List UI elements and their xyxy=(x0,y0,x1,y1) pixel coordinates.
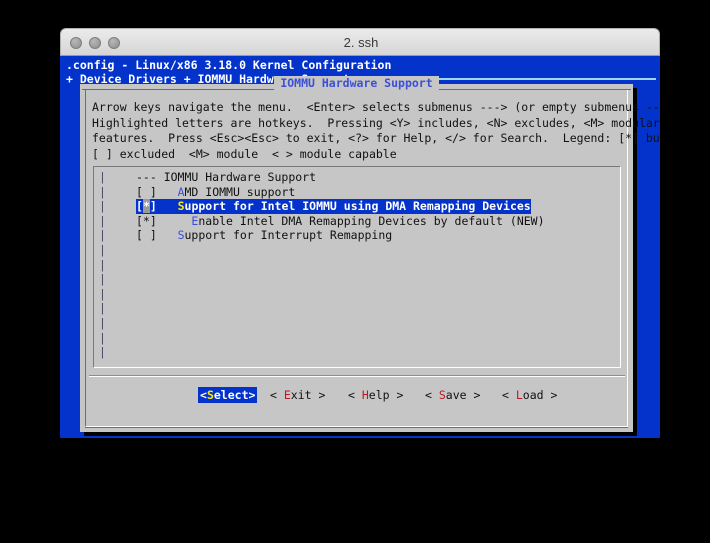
listbox-gutter: | xyxy=(99,184,106,199)
help-text-block: Arrow keys navigate the menu. <Enter> se… xyxy=(92,100,660,162)
menu-empty-row: | xyxy=(94,331,620,346)
menu-item-checkbox[interactable]: [ ] xyxy=(136,228,157,242)
help-line: Highlighted letters are hotkeys. Pressin… xyxy=(92,115,660,130)
menuconfig-dialog: IOMMU Hardware Support Arrow keys naviga… xyxy=(80,76,660,432)
button-hotkey: L xyxy=(515,388,523,402)
menu-empty-row: | xyxy=(94,316,620,331)
listbox-gutter: | xyxy=(99,315,106,330)
help-line: features. Press <Esc><Esc> to exit, <?> … xyxy=(92,131,660,145)
button-hotkey: H xyxy=(361,388,369,402)
dialog-title: IOMMU Hardware Support xyxy=(80,76,633,96)
load-button[interactable]: < Load > xyxy=(502,384,557,406)
menu-item-hotkey: S xyxy=(177,228,185,243)
menu-empty-row: | xyxy=(94,301,620,316)
menu-item-checkbox[interactable]: [*] xyxy=(136,199,157,214)
menu-item-label: [*] Support for Intel IOMMU using DMA Re… xyxy=(136,199,531,214)
button-separator xyxy=(89,376,625,377)
menu-item[interactable]: | [*] Support for Intel IOMMU using DMA R… xyxy=(94,199,620,214)
menu-rows: | --- IOMMU Hardware Support | [ ] AMD IOMM… xyxy=(94,170,620,360)
window-title: 2. ssh xyxy=(343,35,379,50)
menu-item-hotkey: A xyxy=(177,184,185,199)
menu-item-label: --- IOMMU Hardware Support xyxy=(136,170,317,184)
terminal-cursor: * xyxy=(142,199,150,214)
menu-item[interactable]: | [*] Enable Intel DMA Remapping Devices … xyxy=(94,214,620,229)
terminal-screen[interactable]: .config - Linux/x86 3.18.0 Kernel Config… xyxy=(60,56,660,438)
menu-listbox[interactable]: | --- IOMMU Hardware Support | [ ] AMD IOMM… xyxy=(93,166,621,368)
terminal-window: 2. ssh .config - Linux/x86 3.18.0 Kernel… xyxy=(60,28,660,438)
help-line: [ ] excluded <M> module < > module capab… xyxy=(92,146,397,161)
listbox-gutter: | xyxy=(99,330,106,345)
listbox-gutter: | xyxy=(99,228,106,243)
menu-item-label: [*] Enable Intel DMA Remapping Devices b… xyxy=(136,213,545,228)
menu-item-checkbox[interactable]: [*] xyxy=(136,214,157,228)
listbox-gutter: | xyxy=(99,257,106,272)
listbox-gutter: | xyxy=(99,286,106,301)
dialog-title-text: IOMMU Hardware Support xyxy=(274,76,439,90)
listbox-gutter: | xyxy=(99,242,106,257)
dialog-button-bar: <Select> < Exit > < Help > < Save > < Lo… xyxy=(80,384,633,406)
button-hotkey: S xyxy=(206,388,214,402)
menu-empty-row: | xyxy=(94,272,620,287)
menu-item-checkbox[interactable]: [ ] xyxy=(136,185,157,199)
menu-item[interactable]: | --- IOMMU Hardware Support xyxy=(94,170,620,185)
menu-empty-row: | xyxy=(94,243,620,258)
menu-item-label: [ ] Support for Interrupt Remapping xyxy=(136,228,393,243)
listbox-gutter: | xyxy=(99,345,106,360)
button-hotkey: S xyxy=(438,388,446,402)
window-titlebar[interactable]: 2. ssh xyxy=(60,28,660,56)
exit-button[interactable]: < Exit > xyxy=(270,384,325,406)
save-button[interactable]: < Save > xyxy=(425,384,480,406)
menu-item[interactable]: | [ ] AMD IOMMU support xyxy=(94,185,620,200)
menu-item-hotkey: S xyxy=(177,199,185,214)
listbox-gutter: | xyxy=(99,170,106,184)
dialog-bottom-edge xyxy=(85,427,628,428)
menu-item[interactable]: | [ ] Support for Interrupt Remapping xyxy=(94,228,620,243)
menu-empty-row: | xyxy=(94,258,620,273)
select-button[interactable]: <Select> xyxy=(198,387,258,403)
listbox-gutter: | xyxy=(99,301,106,316)
listbox-gutter: | xyxy=(99,199,106,214)
listbox-gutter: | xyxy=(99,213,106,228)
menuconfig-header-line-1: .config - Linux/x86 3.18.0 Kernel Config… xyxy=(66,58,392,72)
menu-empty-row: | xyxy=(94,345,620,360)
menu-item-hotkey: E xyxy=(191,213,199,228)
menu-empty-row: | xyxy=(94,287,620,302)
help-line: Arrow keys navigate the menu. <Enter> se… xyxy=(92,100,660,114)
listbox-gutter: | xyxy=(99,272,106,287)
menu-item-label: [ ] AMD IOMMU support xyxy=(136,184,296,199)
button-hotkey: E xyxy=(283,388,291,402)
help-button[interactable]: < Help > xyxy=(348,384,403,406)
